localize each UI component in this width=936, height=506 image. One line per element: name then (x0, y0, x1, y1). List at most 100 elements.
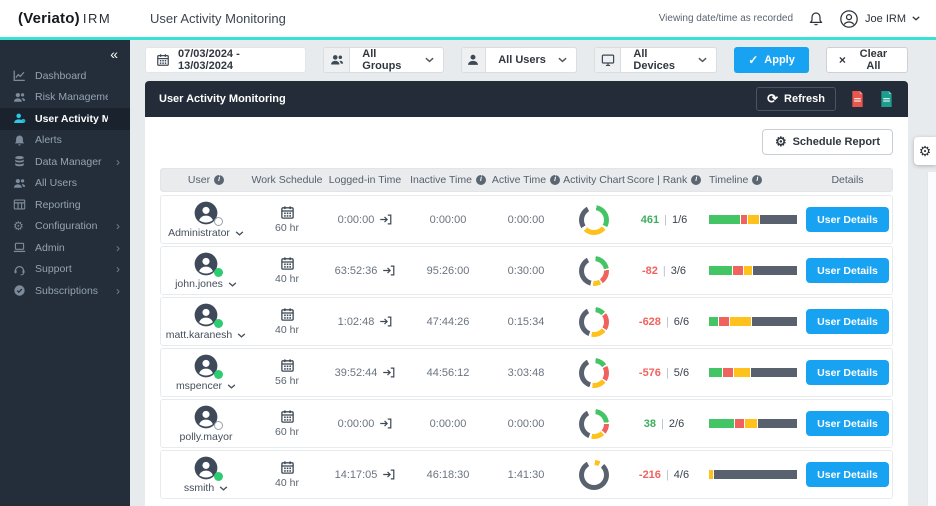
chevron-right-icon: › (116, 154, 120, 169)
export-pdf-icon[interactable] (850, 90, 865, 108)
check-circle-icon (13, 284, 27, 297)
timeline-cell (703, 266, 803, 275)
user-details-button[interactable]: User Details (806, 207, 889, 232)
dropdown-value: All Users (498, 54, 546, 66)
groups-filter[interactable]: All Groups (323, 47, 444, 73)
timeline-segment-yellow (709, 470, 714, 479)
timeline-bar (709, 215, 797, 224)
sidebar-item-risk-management[interactable]: Risk Management › (0, 87, 130, 109)
sidebar-item-reporting[interactable]: Reporting › (0, 194, 130, 216)
user-avatar-icon (193, 455, 223, 481)
score-rank-cell: -216 | 4/6 (638, 468, 690, 481)
user-name: ssmith (183, 482, 215, 494)
score-value: 461 (640, 213, 660, 226)
user-details-button[interactable]: User Details (806, 360, 889, 385)
panel-title: User Activity Monitoring (159, 93, 286, 105)
info-icon[interactable]: i (752, 175, 763, 185)
rank-value: 5/6 (673, 366, 690, 379)
score-rank-cell: 38 | 2/6 (643, 417, 685, 430)
chevron-right-icon: › (116, 262, 120, 277)
gear-icon: ⚙ (13, 218, 24, 233)
column-header-work-schedule: Work Schedule (251, 174, 323, 186)
timeline-segment-green (709, 266, 732, 275)
date-range-picker[interactable]: 07/03/2024 - 13/03/2024 (145, 47, 307, 73)
schedule-report-button[interactable]: ⚙ Schedule Report (761, 129, 893, 155)
work-schedule-value: 40 hr (275, 477, 299, 489)
details-cell: User Details (803, 258, 892, 283)
sidebar-item-label: Risk Management (35, 91, 108, 104)
sidebar-item-configuration[interactable]: ⚙ Configuration › (0, 216, 130, 238)
panel-header: User Activity Monitoring ⟳ Refresh (145, 81, 908, 117)
timeline-segment-red (722, 368, 733, 377)
apply-button[interactable]: ✓ Apply (734, 47, 809, 73)
clear-all-button[interactable]: × Clear All (825, 47, 908, 73)
info-icon[interactable]: i (475, 175, 486, 185)
user-cell[interactable]: ssmith (161, 455, 251, 494)
sidebar-item-user-activity-monitoring[interactable]: User Activity Monitoring › (0, 108, 130, 130)
sidebar-item-label: Support (35, 263, 72, 276)
chevron-down-icon (235, 230, 244, 236)
calendar-icon (280, 307, 295, 322)
score-value: -576 (638, 366, 661, 379)
table-row: john.jones 40 hr 63:52:36 95:26:00 0:30:… (160, 246, 893, 295)
user-cell[interactable]: Administrator (161, 200, 251, 239)
sidebar-item-alerts[interactable]: Alerts › (0, 130, 130, 152)
user-cell[interactable]: john.jones (161, 251, 251, 290)
users-filter[interactable]: All Users (460, 47, 578, 73)
user-avatar-icon (839, 9, 859, 29)
table-row: Administrator 60 hr 0:00:00 0:00:00 0:00… (160, 195, 893, 244)
settings-gear-tab[interactable]: ⚙ (914, 137, 936, 165)
dashboard-icon (13, 69, 27, 82)
inactive-time-cell: 0:00:00 (429, 213, 467, 226)
work-schedule-value: 60 hr (275, 222, 299, 234)
info-icon[interactable]: i (550, 175, 561, 185)
logo-text-bold: (Veriato) (18, 10, 80, 27)
chevron-down-icon (558, 57, 576, 63)
user-name: Administrator (168, 227, 230, 239)
user-cell[interactable]: polly.mayor (161, 404, 251, 443)
user-details-button[interactable]: User Details (806, 411, 889, 436)
sidebar-collapse-button[interactable]: « (110, 47, 118, 61)
timeline-segment-dark (751, 368, 797, 377)
refresh-button[interactable]: ⟳ Refresh (756, 87, 836, 111)
sidebar-item-all-users[interactable]: All Users › (0, 173, 130, 195)
chevron-down-icon (219, 485, 228, 491)
sidebar-item-support[interactable]: Support › (0, 259, 130, 281)
user-details-button[interactable]: User Details (806, 462, 889, 487)
sidebar-item-label: Admin (35, 241, 65, 254)
user-cell[interactable]: mspencer (161, 353, 251, 392)
sidebar-item-label: Dashboard (35, 69, 87, 82)
notifications-bell-icon[interactable] (808, 11, 824, 27)
status-dot (214, 370, 223, 379)
info-icon[interactable]: i (214, 175, 225, 185)
info-icon[interactable]: i (691, 175, 702, 185)
inactive-time-cell: 44:56:12 (426, 366, 470, 379)
work-schedule-cell: 40 hr (251, 307, 323, 336)
timeline-cell (703, 368, 803, 377)
user-details-button[interactable]: User Details (806, 258, 889, 283)
activity-donut-chart (579, 408, 609, 439)
sidebar-item-admin[interactable]: Admin › (0, 237, 130, 259)
table-body: Administrator 60 hr 0:00:00 0:00:00 0:00… (160, 195, 893, 499)
activity-chart-cell (563, 459, 625, 490)
devices-filter[interactable]: All Devices (594, 47, 718, 73)
details-cell: User Details (803, 360, 892, 385)
sidebar-item-label: User Activity Monitoring (35, 112, 108, 125)
user-details-button[interactable]: User Details (806, 309, 889, 334)
login-icon (382, 264, 395, 277)
column-header-active-time: Active Time i (489, 174, 563, 186)
top-bar: (Veriato) IRM User Activity Monitoring V… (0, 0, 936, 40)
user-menu[interactable]: Joe IRM (839, 9, 920, 29)
score-value: -82 (641, 264, 658, 277)
timeline-segment-red (732, 266, 744, 275)
sidebar-item-data-manager[interactable]: Data Manager › (0, 151, 130, 173)
user-cell[interactable]: matt.karanesh (161, 302, 251, 341)
user-name: matt.karanesh (165, 329, 233, 341)
sidebar-item-subscriptions[interactable]: Subscriptions › (0, 280, 130, 302)
veriato-logo: (Veriato) IRM (0, 10, 130, 27)
export-excel-icon[interactable] (879, 90, 894, 108)
active-time-cell: 0:00:00 (507, 213, 545, 226)
active-time-cell: 0:30:00 (507, 264, 545, 277)
table-row: polly.mayor 60 hr 0:00:00 0:00:00 0:00:0… (160, 399, 893, 448)
sidebar-item-dashboard[interactable]: Dashboard › (0, 65, 130, 87)
